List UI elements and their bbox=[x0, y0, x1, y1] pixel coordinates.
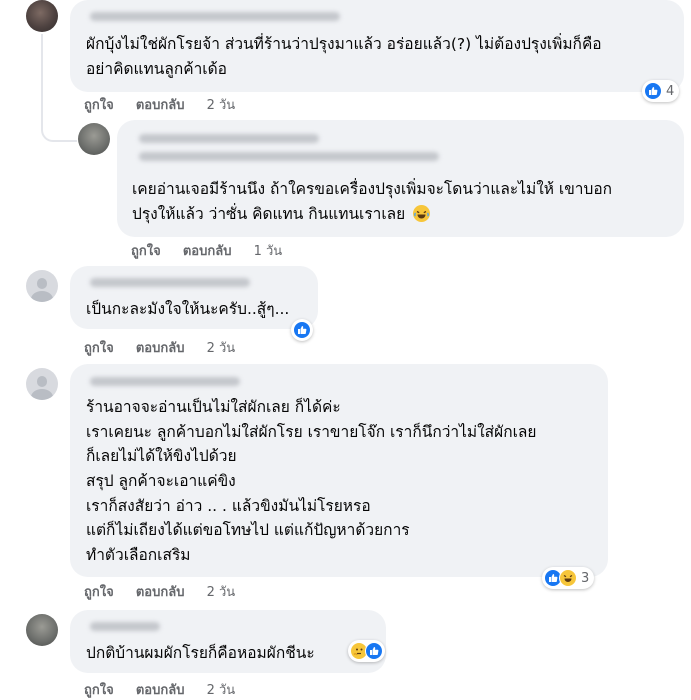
comment-text-line: เราเคยนะ ลูกค้าบอกไม่ใส่ผักโรย เราขายโจ๊… bbox=[86, 423, 537, 441]
like-button[interactable]: ถูกใจ bbox=[84, 337, 114, 358]
comment-actions: ถูกใจ ตอบกลับ 2 วัน bbox=[84, 94, 253, 115]
reaction-summary[interactable] bbox=[348, 640, 385, 662]
comment-text-line: ผักบุ้งไม่ใช่ผักโรยจ้า ส่วนที่ร้านว่าปรุ… bbox=[86, 35, 602, 53]
comment-text-line: แต่ก็ไม่เถียงได้แต่ขอโทษไป แต่แก้ปัญหาด้… bbox=[86, 521, 410, 539]
timestamp[interactable]: 2 วัน bbox=[207, 337, 236, 358]
reaction-summary[interactable] bbox=[291, 319, 313, 341]
reaction-count: 4 bbox=[666, 83, 675, 99]
like-icon bbox=[644, 82, 662, 100]
comment-actions: ถูกใจ ตอบกลับ 2 วัน bbox=[84, 581, 253, 602]
thread-line bbox=[41, 34, 43, 104]
comment-bubble: ปกติบ้านผมผักโรยก็คือหอมผักชีนะ bbox=[70, 610, 386, 673]
comment-bubble: เป็นกะละมังใจให้นะครับ..สู้ๆ... bbox=[70, 266, 318, 329]
comment-text-line: สรุป ลูกค้าจะเอาแค่ขิง bbox=[86, 472, 236, 490]
reaction-summary[interactable]: 4 bbox=[642, 80, 680, 102]
reply-button[interactable]: ตอบกลับ bbox=[136, 337, 185, 358]
avatar[interactable] bbox=[26, 270, 58, 302]
comment-bubble: ผักบุ้งไม่ใช่ผักโรยจ้า ส่วนที่ร้านว่าปรุ… bbox=[70, 0, 684, 92]
comment-bubble: ร้านอาจจะอ่านเป็นไม่ใส่ผักเลย ก็ได้ค่ะ เ… bbox=[70, 364, 608, 577]
like-button[interactable]: ถูกใจ bbox=[84, 94, 114, 115]
comment-text-line: อย่าคิดแทนลูกค้าเด้อ bbox=[86, 60, 227, 78]
comment-text-line: เราก็สงสัยว่า อ่าว .. . แล้วขิงมันไม่โรย… bbox=[86, 497, 371, 515]
reply-button[interactable]: ตอบกลับ bbox=[136, 94, 185, 115]
like-button[interactable]: ถูกใจ bbox=[84, 581, 114, 602]
timestamp[interactable]: 1 วัน bbox=[254, 240, 283, 261]
comment-text-line: ทำตัวเลือกเสริม bbox=[86, 546, 191, 564]
author-name-blurred[interactable] bbox=[90, 622, 160, 631]
like-button[interactable]: ถูกใจ bbox=[131, 240, 161, 261]
comment-text-line: เคยอ่านเจอมีร้านนึง ถ้าใครขอเครื่องปรุงเ… bbox=[132, 180, 613, 198]
haha-icon bbox=[559, 569, 577, 587]
comment-text: ปรุงให้แล้ว ว่าซั่น คิดแทน กินแทนเราเลย bbox=[132, 205, 406, 223]
timestamp[interactable]: 2 วัน bbox=[207, 581, 236, 602]
author-name-blurred bbox=[139, 152, 439, 161]
reaction-summary[interactable]: 3 bbox=[542, 567, 595, 589]
avatar[interactable] bbox=[26, 0, 58, 32]
avatar[interactable] bbox=[78, 123, 110, 155]
reply-button[interactable]: ตอบกลับ bbox=[136, 679, 185, 700]
comment-actions: ถูกใจ ตอบกลับ 2 วัน bbox=[84, 337, 253, 358]
comment-text-line: ปรุงให้แล้ว ว่าซั่น คิดแทน กินแทนเราเลย bbox=[132, 202, 431, 226]
like-button[interactable]: ถูกใจ bbox=[84, 679, 114, 700]
author-name-blurred[interactable] bbox=[139, 134, 319, 143]
comment-text-line: ร้านอาจจะอ่านเป็นไม่ใส่ผักเลย ก็ได้ค่ะ bbox=[86, 398, 341, 416]
avatar[interactable] bbox=[26, 614, 58, 646]
comment-text-line: ก็เลยไม่ได้ให้ขิงไปด้วย bbox=[86, 447, 237, 465]
thread-connector bbox=[41, 104, 77, 142]
reply-button[interactable]: ตอบกลับ bbox=[183, 240, 232, 261]
comment-text-line: เป็นกะละมังใจให้นะครับ..สู้ๆ... bbox=[86, 300, 290, 318]
laughing-crying-emoji bbox=[413, 205, 431, 222]
avatar[interactable] bbox=[26, 368, 58, 400]
comment-actions: ถูกใจ ตอบกลับ 2 วัน bbox=[84, 679, 253, 700]
reaction-count: 3 bbox=[581, 570, 590, 586]
author-name-blurred[interactable] bbox=[90, 377, 240, 386]
like-icon bbox=[365, 642, 383, 660]
like-icon bbox=[293, 321, 311, 339]
timestamp[interactable]: 2 วัน bbox=[207, 679, 236, 700]
timestamp[interactable]: 2 วัน bbox=[207, 94, 236, 115]
author-name-blurred[interactable] bbox=[90, 278, 250, 287]
comment-actions: ถูกใจ ตอบกลับ 1 วัน bbox=[131, 240, 300, 261]
comment-bubble: เคยอ่านเจอมีร้านนึง ถ้าใครขอเครื่องปรุงเ… bbox=[117, 120, 684, 237]
author-name-blurred[interactable] bbox=[90, 12, 340, 21]
comment-text-line: ปกติบ้านผมผักโรยก็คือหอมผักชีนะ bbox=[86, 644, 315, 662]
reply-button[interactable]: ตอบกลับ bbox=[136, 581, 185, 602]
